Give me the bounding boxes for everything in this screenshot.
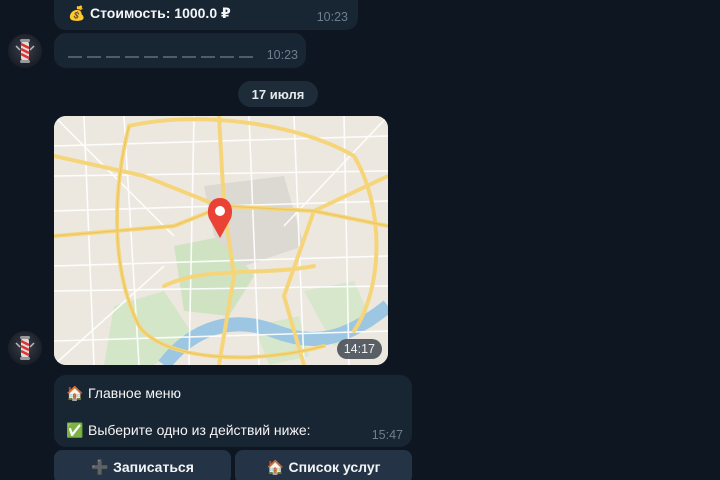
message-time: 10:23 <box>316 10 348 24</box>
dash-line <box>68 48 258 66</box>
map-image <box>54 116 388 365</box>
date-separator: 17 июля <box>238 81 318 107</box>
menu-title: 🏠 Главное меню <box>66 385 181 402</box>
services-list-button[interactable]: 🏠 Список услуг <box>235 450 412 480</box>
house-icon: 🏠 <box>66 385 84 401</box>
money-bag-icon: 💰 <box>68 5 86 21</box>
bot-avatar[interactable] <box>8 34 42 68</box>
message-time: 14:17 <box>336 339 382 359</box>
barber-pole-icon <box>15 336 35 360</box>
menu-prompt: ✅ Выберите одно из действий ниже: <box>66 422 311 439</box>
plus-icon: ➕ <box>91 459 109 475</box>
house-icon: 🏠 <box>266 459 285 475</box>
message-time: 15:47 <box>371 428 403 442</box>
message-time: 10:23 <box>266 48 298 62</box>
barber-pole-icon <box>15 39 35 63</box>
location-map[interactable]: 14:17 <box>54 116 388 365</box>
book-button-label: Записаться <box>113 459 194 475</box>
book-button[interactable]: ➕ Записаться <box>54 450 231 480</box>
message-cost: 💰 Стоимость: 1000.0 ₽ 10:23 <box>54 0 358 30</box>
services-list-button-label: Список услуг <box>288 459 381 475</box>
bot-avatar[interactable] <box>8 331 42 365</box>
message-main-menu: 🏠 Главное меню ✅ Выберите одно из действий… <box>54 375 412 447</box>
menu-prompt-text: Выберите одно из действий ниже: <box>88 422 311 438</box>
cost-line: 💰 Стоимость: 1000.0 ₽ <box>68 5 231 22</box>
check-mark-icon: ✅ <box>66 422 84 438</box>
message-dashes: 10:23 <box>54 33 306 68</box>
menu-title-text: Главное меню <box>88 385 182 401</box>
cost-text: Стоимость: 1000.0 ₽ <box>90 5 231 21</box>
